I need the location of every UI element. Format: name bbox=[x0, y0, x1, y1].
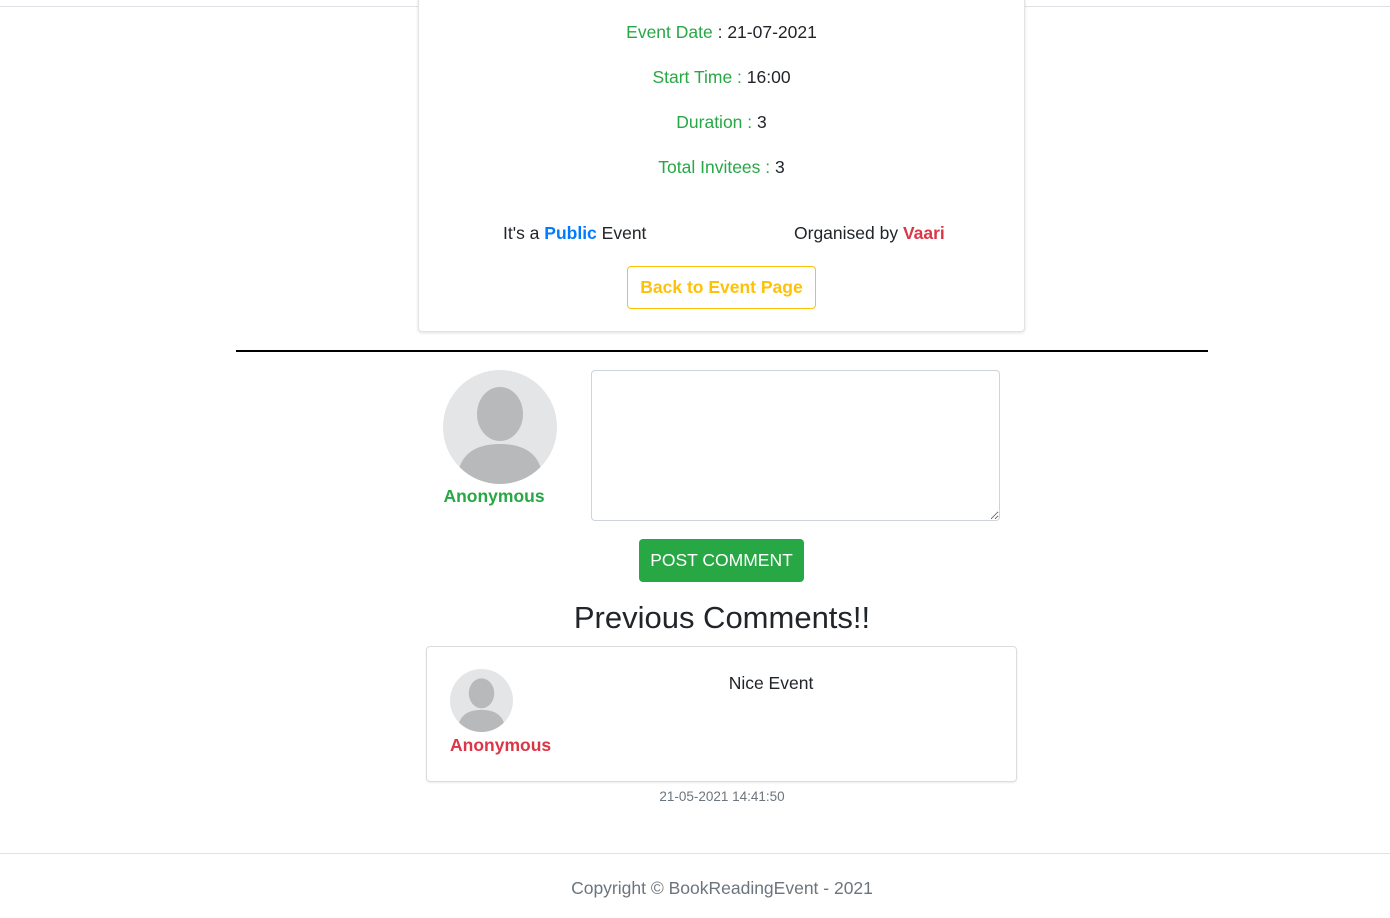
total-invitees-value: 3 bbox=[775, 157, 785, 177]
section-divider bbox=[236, 350, 1208, 352]
duration-row: Duration : 3 bbox=[419, 111, 1024, 133]
post-comment-button[interactable]: POST COMMENT bbox=[639, 539, 804, 582]
event-date-separator: : bbox=[712, 22, 728, 42]
comment-timestamp: 21-05-2021 14:41:50 bbox=[659, 789, 785, 804]
back-to-event-page-button[interactable]: Back to Event Page bbox=[627, 266, 816, 309]
start-time-row: Start Time : 16:00 bbox=[419, 66, 1024, 88]
event-date-value: 21-07-2021 bbox=[727, 22, 817, 42]
person-silhouette-icon bbox=[457, 387, 543, 484]
organiser-name: Vaari bbox=[902, 223, 945, 243]
total-invitees-row: Total Invitees : 3 bbox=[419, 156, 1024, 178]
footer-copyright: Copyright © BookReadingEvent - 2021 bbox=[571, 878, 873, 898]
previous-comments-heading: Previous Comments!! bbox=[573, 600, 871, 635]
organiser-prefix: Organised by bbox=[794, 223, 903, 243]
visibility-prefix: It's a bbox=[503, 223, 545, 243]
event-details-card: Event Date : 21-07-2021 Start Time : 16:… bbox=[418, 0, 1025, 332]
comment-card: Anonymous Nice Event bbox=[426, 646, 1017, 782]
comment-author: Anonymous bbox=[450, 735, 552, 755]
commenter-name: Anonymous bbox=[443, 486, 545, 506]
total-invitees-label: Total Invitees : bbox=[658, 157, 775, 177]
start-time-value: 16:00 bbox=[746, 67, 791, 87]
visibility-type: Public bbox=[544, 223, 597, 243]
comment-text: Nice Event bbox=[728, 673, 814, 693]
event-visibility: It's a Public Event bbox=[503, 222, 646, 244]
event-date-label: Event Date bbox=[626, 22, 713, 42]
user-avatar-icon bbox=[443, 370, 557, 484]
person-silhouette-icon bbox=[457, 678, 506, 732]
duration-value: 3 bbox=[757, 112, 767, 132]
event-date-row: Event Date : 21-07-2021 bbox=[419, 21, 1024, 43]
start-time-label: Start Time : bbox=[652, 67, 747, 87]
comment-avatar-icon bbox=[450, 669, 513, 732]
footer-divider bbox=[0, 853, 1390, 854]
event-organiser: Organised by Vaari bbox=[794, 222, 945, 244]
comment-input[interactable] bbox=[591, 370, 1000, 521]
visibility-suffix: Event bbox=[596, 223, 647, 243]
duration-label: Duration : bbox=[676, 112, 757, 132]
